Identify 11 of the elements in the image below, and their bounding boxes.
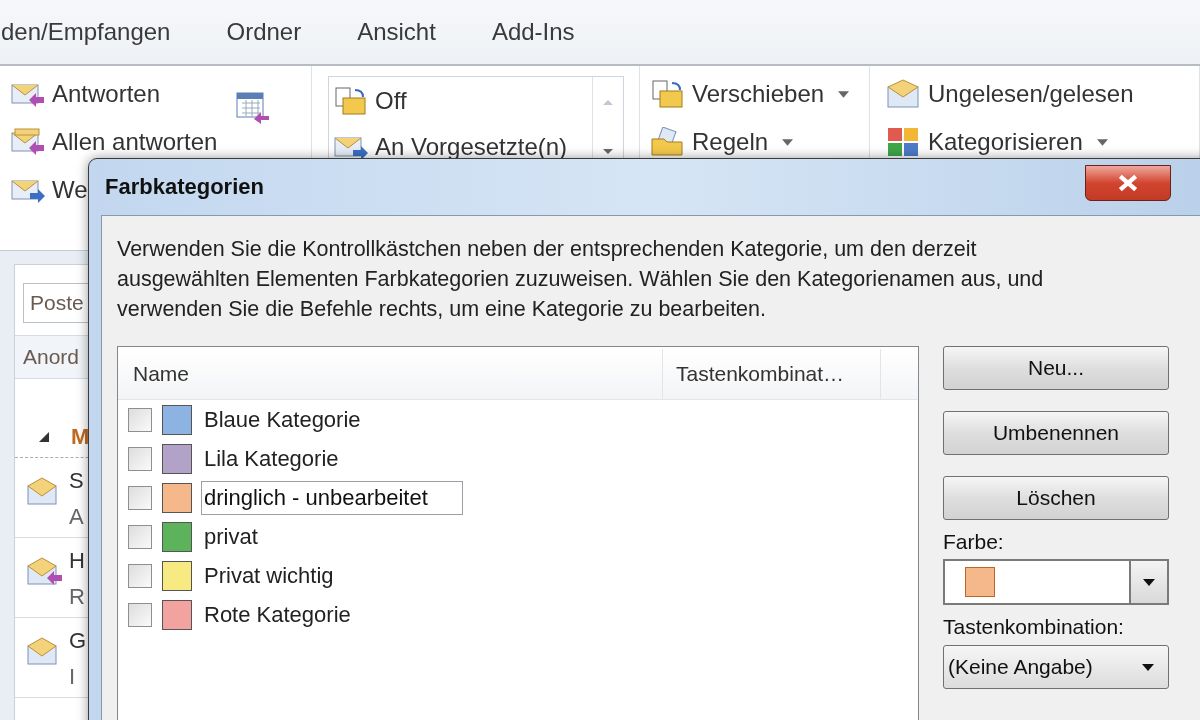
mail-sender: H [69, 548, 85, 574]
description-text: Verwenden Sie die Kontrollkästchen neben der entsprechenden Kategorie, um den derzeit ausgewählten Elementen Farbkategorien zuzuweisen. Wählen Sie den Kategorienamen aus, und verwenden Sie die Befehle rechts, um eine Kategorie zu bearbeiten. [117, 236, 1045, 323]
mail-subject: A [69, 504, 84, 530]
group-header: M [71, 424, 90, 450]
mail-sender: S [69, 468, 84, 494]
window-title: Farbkategorien [105, 174, 264, 200]
mail-sender: G [69, 628, 87, 654]
shortcut-label: Tastenkombination: [943, 615, 1125, 639]
mail-subject: R [69, 584, 85, 610]
mail-subject: I [69, 664, 77, 690]
color-label: Farbe: [943, 530, 1005, 554]
